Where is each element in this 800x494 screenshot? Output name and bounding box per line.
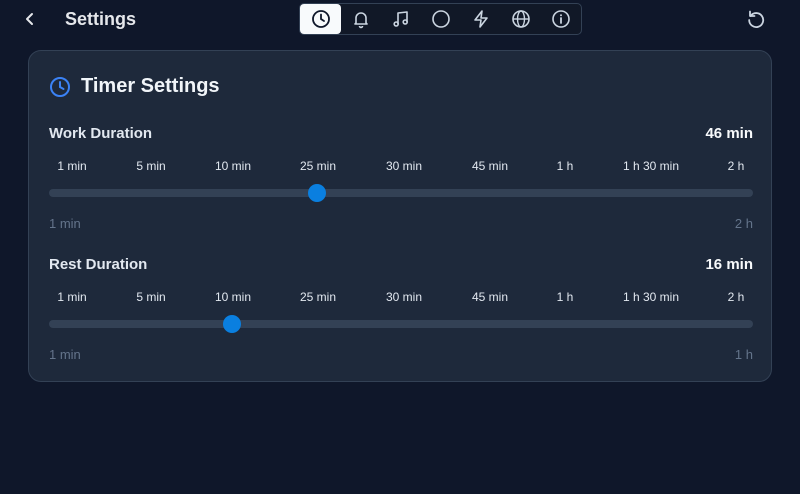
card-title: Timer Settings	[81, 75, 220, 97]
page-title: Settings	[65, 9, 137, 29]
circle-icon	[432, 10, 450, 28]
tab-sound[interactable]	[381, 4, 421, 34]
tick-label: 5 min	[136, 290, 166, 304]
top-bar: Settings	[0, 0, 800, 38]
tab-about[interactable]	[541, 4, 581, 34]
tick-label: 1 h 30 min	[622, 159, 680, 173]
tick-label: 1 h 30 min	[622, 290, 680, 304]
reset-button[interactable]	[744, 7, 768, 31]
tab-language[interactable]	[501, 4, 541, 34]
tick-label: 1 h	[556, 290, 574, 304]
rest-tick-labels: 1 min 5 min 10 min 25 min 30 min 45 min …	[49, 290, 753, 306]
work-duration-label: Work Duration	[49, 125, 153, 142]
rest-duration-value: 16 min	[705, 256, 753, 273]
work-duration-value: 46 min	[705, 125, 753, 142]
tick-label: 1 h	[556, 159, 574, 173]
work-duration-slider-thumb[interactable]	[307, 184, 326, 202]
tick-label: 45 min	[471, 290, 509, 304]
tab-power[interactable]	[461, 4, 501, 34]
rest-duration-section: Rest Duration 16 min 1 min 5 min 10 min …	[49, 256, 753, 366]
card-header: Timer Settings	[49, 75, 220, 98]
rest-range-max: 1 h	[734, 347, 753, 362]
back-button[interactable]	[20, 8, 40, 30]
work-range-min: 1 min	[49, 216, 81, 231]
tick-label: 1 min	[57, 290, 87, 304]
rest-range-min: 1 min	[49, 347, 81, 362]
tick-label: 30 min	[385, 290, 423, 304]
info-icon	[552, 10, 570, 28]
reset-icon	[748, 10, 765, 28]
tick-label: 25 min	[299, 290, 337, 304]
tick-label: 30 min	[385, 159, 423, 173]
work-duration-slider[interactable]	[49, 184, 753, 202]
bell-icon	[354, 12, 368, 29]
globe-icon	[512, 10, 530, 28]
music-icon	[393, 11, 408, 27]
settings-tabs	[299, 3, 582, 35]
tick-label: 25 min	[299, 159, 337, 173]
tick-label: 10 min	[214, 159, 252, 173]
tick-label: 45 min	[471, 159, 509, 173]
chevron-left-icon	[26, 13, 33, 25]
tick-label: 2 h	[727, 159, 745, 173]
work-tick-labels: 1 min 5 min 10 min 25 min 30 min 45 min …	[49, 159, 753, 175]
clock-icon	[311, 10, 330, 28]
lightning-icon	[474, 10, 488, 28]
tick-label: 10 min	[214, 290, 252, 304]
work-duration-section: Work Duration 46 min 1 min 5 min 10 min …	[49, 125, 753, 235]
rest-duration-slider[interactable]	[49, 315, 753, 333]
work-range-max: 2 h	[734, 216, 753, 231]
tick-label: 1 min	[57, 159, 87, 173]
tick-label: 2 h	[727, 290, 745, 304]
clock-icon	[50, 76, 70, 97]
tab-timer[interactable]	[300, 4, 341, 34]
tick-label: 5 min	[136, 159, 166, 173]
rest-duration-label: Rest Duration	[49, 256, 148, 273]
tab-notifications[interactable]	[341, 4, 381, 34]
rest-duration-slider-thumb[interactable]	[223, 315, 242, 333]
tab-appearance[interactable]	[421, 4, 461, 34]
timer-settings-card: Timer Settings Work Duration 46 min 1 mi…	[28, 50, 772, 382]
